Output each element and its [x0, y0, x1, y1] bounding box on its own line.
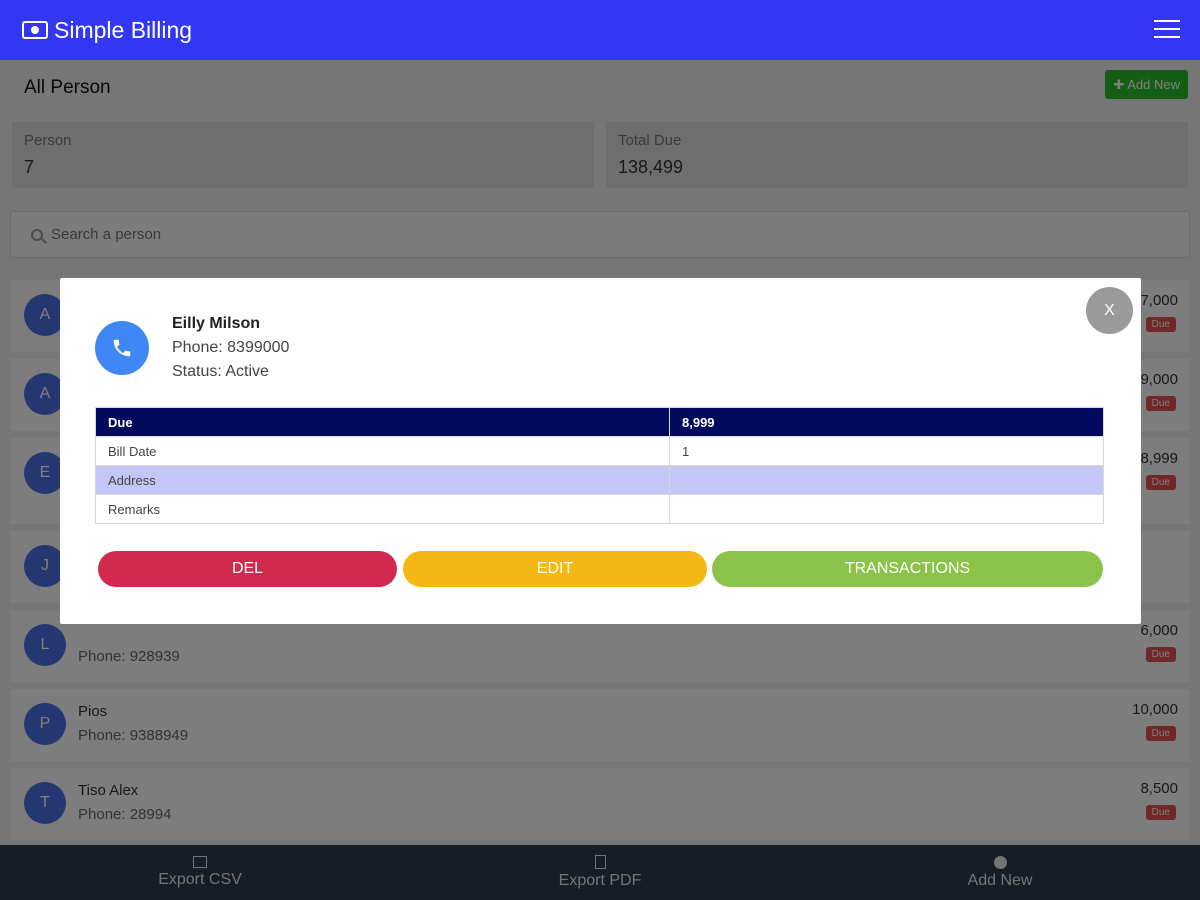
app-bar: Simple Billing	[0, 0, 1200, 60]
table-cell-label: Due	[95, 407, 670, 437]
table-cell-value	[669, 465, 1104, 495]
table-cell-value	[669, 494, 1104, 524]
edit-button[interactable]: EDIT	[403, 551, 707, 587]
app-title: Simple Billing	[54, 16, 193, 43]
transactions-button[interactable]: TRANSACTIONS	[712, 551, 1103, 587]
phone-icon[interactable]	[95, 321, 149, 375]
table-cell-label: Bill Date	[95, 436, 670, 466]
person-phone: Phone: 8399000	[172, 339, 290, 356]
table-cell-value: 1	[669, 436, 1104, 466]
hamburger-menu-icon[interactable]	[1154, 20, 1180, 38]
table-row: Bill Date 1	[95, 436, 1104, 466]
table-row: Remarks	[95, 494, 1104, 524]
money-icon	[22, 21, 48, 39]
table-row: Due 8,999	[95, 407, 1104, 437]
person-status: Status: Active	[172, 363, 269, 380]
table-cell-label: Address	[95, 465, 670, 495]
person-name: Eilly Milson	[172, 315, 261, 332]
person-detail-modal: X Eilly Milson Phone: 8399000 Status: Ac…	[60, 278, 1141, 624]
table-cell-value: 8,999	[669, 407, 1104, 437]
table-row: Address	[95, 465, 1104, 495]
delete-button[interactable]: DEL	[98, 551, 397, 587]
close-button[interactable]: X	[1086, 287, 1133, 334]
person-detail-table: Due 8,999 Bill Date 1 Address Remarks	[95, 407, 1104, 524]
table-cell-label: Remarks	[95, 494, 670, 524]
